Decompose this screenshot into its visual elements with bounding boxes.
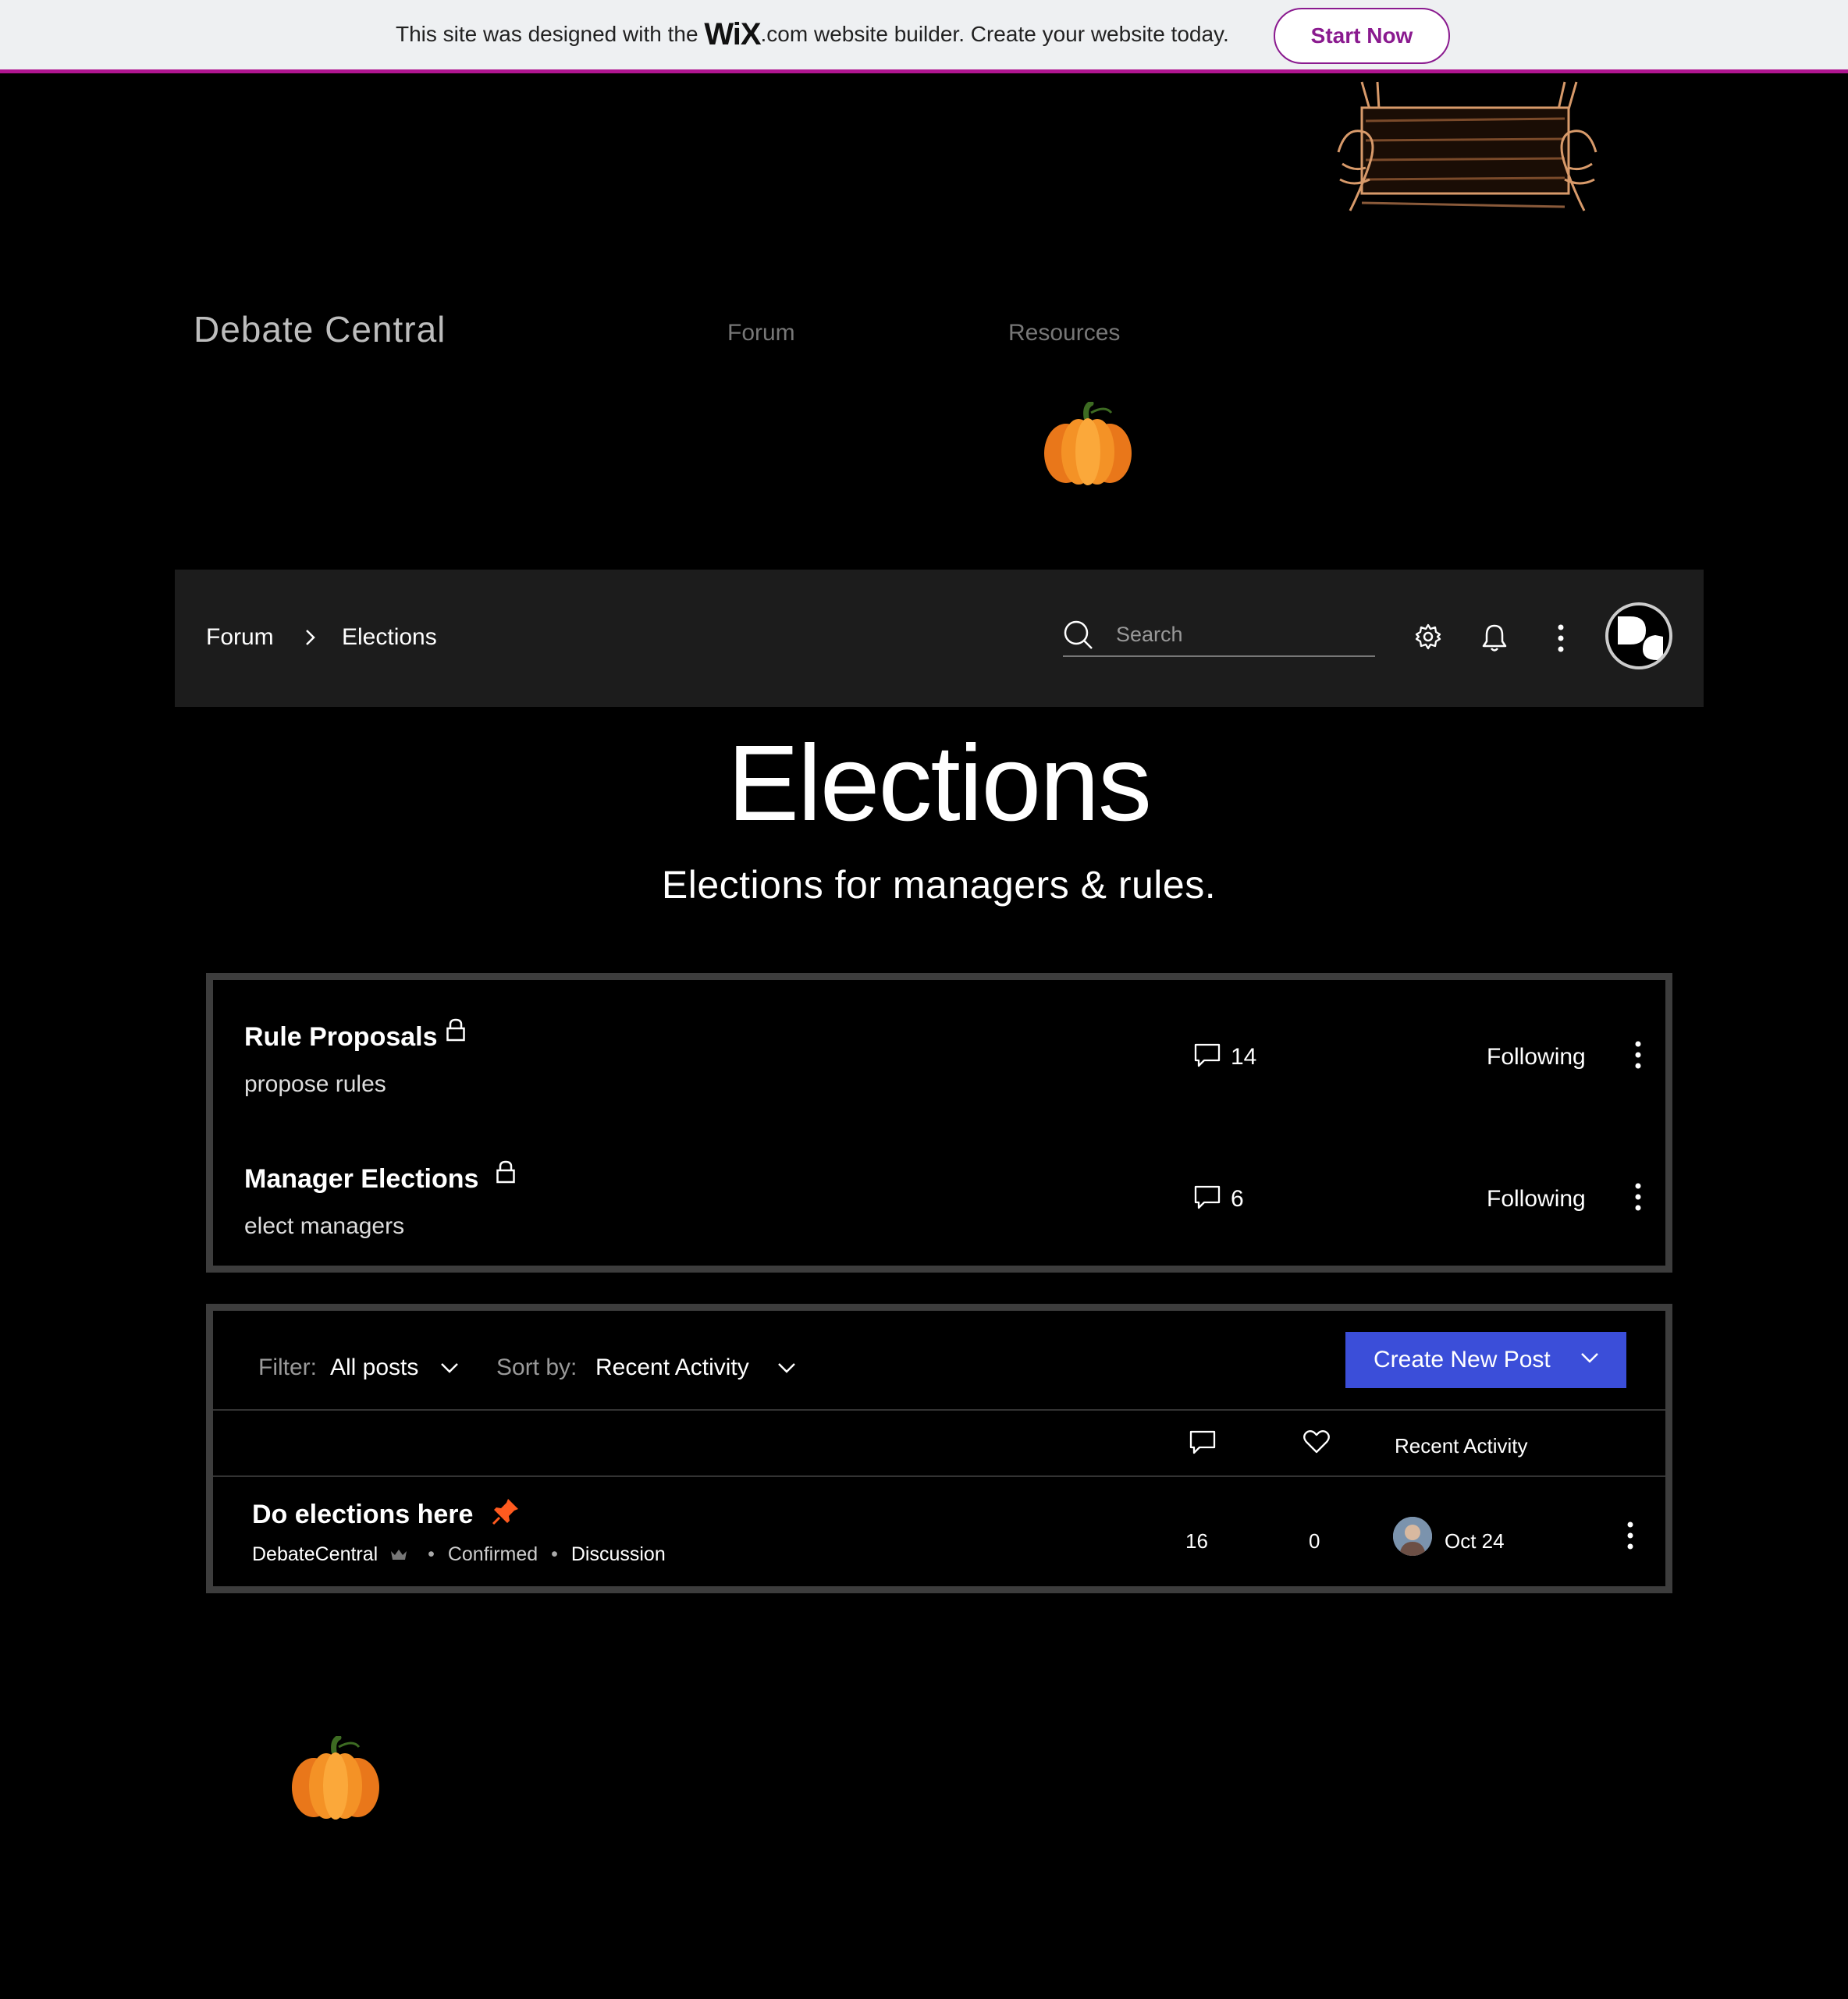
- more-options-icon[interactable]: [1633, 1039, 1643, 1071]
- sort-label: Sort by:: [496, 1355, 578, 1380]
- more-options-icon[interactable]: [1633, 1181, 1643, 1213]
- crown-icon: [391, 1550, 407, 1560]
- recent-activity-column-header: Recent Activity: [1395, 1434, 1528, 1458]
- nav-resources[interactable]: Resources: [1008, 320, 1120, 346]
- banner-text: This site was designed with the WiX.com …: [396, 17, 1229, 52]
- start-now-button[interactable]: Start Now: [1274, 8, 1450, 64]
- lock-icon: [446, 1018, 465, 1042]
- breadcrumb-forum[interactable]: Forum: [206, 624, 274, 651]
- post-status: Confirmed: [447, 1543, 538, 1565]
- dc-logo-icon: [1618, 616, 1663, 660]
- page-subtitle: Elections for managers & rules.: [661, 863, 1217, 907]
- more-options-icon[interactable]: [1556, 623, 1565, 654]
- filter-label: Filter:: [258, 1355, 317, 1380]
- banner-text-after: .com website builder. Create your websit…: [760, 22, 1229, 46]
- read-before-joining-sign-image[interactable]: [1331, 78, 1604, 218]
- forum-header-bar: Forum Elections: [175, 570, 1704, 707]
- search-input[interactable]: [1114, 620, 1367, 649]
- subcategories-list: Rule Proposals propose rules 14 Followin…: [206, 973, 1672, 1273]
- post-author[interactable]: DebateCentral: [252, 1543, 378, 1565]
- separator-dot: •: [551, 1543, 558, 1565]
- following-button[interactable]: Following: [1487, 1186, 1586, 1213]
- breadcrumb-elections[interactable]: Elections: [342, 624, 437, 651]
- divider: [213, 1475, 1665, 1477]
- page-title: Elections: [727, 723, 1152, 843]
- more-options-icon[interactable]: [1626, 1520, 1635, 1551]
- create-post-label: Create New Post: [1374, 1347, 1551, 1372]
- pin-icon: [492, 1499, 518, 1525]
- filter-dropdown[interactable]: All posts: [330, 1355, 418, 1381]
- chevron-right-icon: [306, 630, 315, 645]
- posts-list: Filter: All posts Sort by: Recent Activi…: [206, 1304, 1672, 1593]
- user-photo-icon: [1393, 1517, 1432, 1556]
- post-comment-count: 16: [1185, 1529, 1208, 1553]
- wix-banner: This site was designed with the WiX.com …: [0, 0, 1848, 73]
- separator-dot: •: [428, 1543, 435, 1565]
- post-title[interactable]: Do elections here: [252, 1500, 473, 1530]
- lock-icon: [496, 1160, 515, 1184]
- user-avatar[interactable]: [1605, 602, 1672, 669]
- pumpkin-icon: [1044, 402, 1132, 485]
- post-like-count: 0: [1309, 1529, 1320, 1553]
- category-title[interactable]: Manager Elections: [244, 1164, 478, 1195]
- sort-dropdown[interactable]: Recent Activity: [595, 1355, 749, 1381]
- post-recent-activity-date: Oct 24: [1445, 1529, 1505, 1553]
- search-box[interactable]: [1063, 613, 1375, 657]
- following-button[interactable]: Following: [1487, 1044, 1586, 1071]
- comment-icon: [1194, 1043, 1221, 1067]
- banner-text-before: This site was designed with the: [396, 22, 698, 46]
- post-meta: DebateCentral • Confirmed • Discussion: [252, 1543, 666, 1566]
- category-item[interactable]: Manager Elections elect managers 6 Follo…: [213, 1122, 1665, 1262]
- category-title[interactable]: Rule Proposals: [244, 1022, 438, 1053]
- gear-icon[interactable]: [1414, 623, 1442, 651]
- bell-icon[interactable]: [1480, 623, 1509, 652]
- divider: [213, 1409, 1665, 1411]
- comment-icon: [1194, 1185, 1221, 1209]
- chevron-down-icon[interactable]: [777, 1361, 797, 1375]
- chevron-down-icon[interactable]: [439, 1361, 460, 1375]
- avatar[interactable]: [1393, 1517, 1432, 1556]
- nav-forum[interactable]: Forum: [727, 320, 795, 346]
- pumpkin-icon: [292, 1736, 379, 1820]
- search-icon: [1064, 620, 1093, 649]
- create-new-post-button[interactable]: Create New Post: [1345, 1332, 1626, 1388]
- post-type[interactable]: Discussion: [571, 1543, 666, 1565]
- comment-icon: [1189, 1430, 1216, 1454]
- site-title[interactable]: Debate Central: [194, 308, 446, 350]
- wix-logo: WiX: [704, 17, 761, 51]
- category-comment-count: 6: [1231, 1186, 1244, 1212]
- category-description: elect managers: [244, 1213, 405, 1239]
- category-description: propose rules: [244, 1071, 386, 1097]
- heart-icon: [1303, 1430, 1330, 1454]
- category-comment-count: 14: [1231, 1044, 1257, 1070]
- category-item[interactable]: Rule Proposals propose rules 14 Followin…: [213, 980, 1665, 1120]
- chevron-down-icon: [1581, 1353, 1598, 1363]
